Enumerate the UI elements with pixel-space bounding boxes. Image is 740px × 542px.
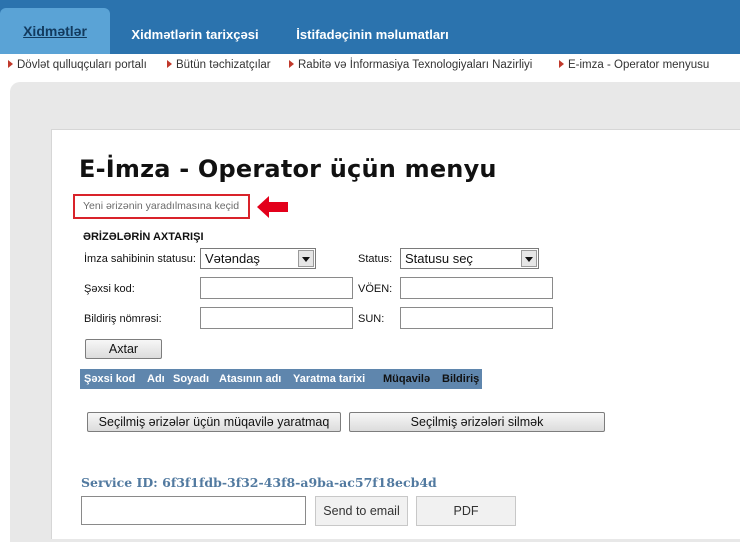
owner-status-value: Vətəndaş xyxy=(205,251,260,266)
notice-number-label: Bildiriş nömrəsi: xyxy=(84,313,162,325)
column-created-date[interactable]: Yaratma tarixi xyxy=(293,369,365,389)
sun-input[interactable] xyxy=(400,307,553,329)
top-navigation: Xidmətlər Xidmətlərin tarixçəsi İstifadə… xyxy=(0,0,740,54)
column-name[interactable]: Adı xyxy=(147,369,165,389)
owner-status-select[interactable]: Vətəndaş xyxy=(200,248,316,269)
search-button[interactable]: Axtar xyxy=(85,339,162,359)
triangle-right-icon xyxy=(559,60,564,68)
new-request-link[interactable]: Yeni ərizənin yaradılmasına keçid xyxy=(73,194,250,219)
send-to-email-button[interactable]: Send to email xyxy=(315,496,408,526)
column-fathers-name[interactable]: Atasının adı xyxy=(219,369,281,389)
chevron-down-icon xyxy=(521,250,537,267)
breadcrumb-item-ministry[interactable]: Rabitə və İnformasiya Texnologiyaları Na… xyxy=(289,59,532,71)
triangle-right-icon xyxy=(8,60,13,68)
results-table-header: Şəxsi kod Adı Soyadı Atasının adı Yaratm… xyxy=(80,369,482,389)
pdf-button[interactable]: PDF xyxy=(416,496,516,526)
page-title: E-İmza - Operator üçün menyu xyxy=(79,155,497,183)
personal-code-label: Şəxsi kod: xyxy=(84,283,135,295)
email-input[interactable] xyxy=(81,496,306,525)
column-personal-code[interactable]: Şəxsi kod xyxy=(84,369,135,389)
column-surname[interactable]: Soyadı xyxy=(173,369,209,389)
breadcrumb-item-operator-menu[interactable]: E-imza - Operator menyusu xyxy=(559,59,709,71)
voen-label: VÖEN: xyxy=(358,283,393,295)
breadcrumb-item-portal[interactable]: Dövlət qulluqçuları portalı xyxy=(8,59,147,71)
delete-selected-button[interactable]: Seçilmiş ərizələri silmək xyxy=(349,412,605,432)
tab-services[interactable]: Xidmətlər xyxy=(0,8,110,54)
tab-services-history[interactable]: Xidmətlərin tarixçəsi xyxy=(120,20,270,54)
triangle-right-icon xyxy=(289,60,294,68)
sun-label: SUN: xyxy=(358,313,385,325)
create-contract-button[interactable]: Seçilmiş ərizələr üçün müqavilə yaratmaq xyxy=(87,412,341,432)
column-contract[interactable]: Müqavilə xyxy=(383,369,430,389)
notice-number-input[interactable] xyxy=(200,307,353,329)
search-section-title: ƏRİZƏLƏRİN AXTARIŞI xyxy=(83,231,204,243)
arrow-left-icon xyxy=(257,196,288,218)
status-select[interactable]: Statusu seç xyxy=(400,248,539,269)
breadcrumb-item-suppliers[interactable]: Bütün təchizatçılar xyxy=(167,59,271,71)
status-value: Statusu seç xyxy=(405,251,473,266)
column-notice[interactable]: Bildiriş xyxy=(442,369,479,389)
service-id: Service ID: 6f3f1fdb-3f32-43f8-a9ba-ac57… xyxy=(81,475,437,490)
chevron-down-icon xyxy=(298,250,314,267)
tab-user-info[interactable]: İstifadəçinin məlumatları xyxy=(270,20,475,54)
status-label: Status: xyxy=(358,253,393,265)
owner-status-label: İmza sahibinin statusu: xyxy=(84,253,196,265)
voen-input[interactable] xyxy=(400,277,553,299)
breadcrumb: Dövlət qulluqçuları portalı Bütün təchiz… xyxy=(0,54,740,76)
triangle-right-icon xyxy=(167,60,172,68)
personal-code-input[interactable] xyxy=(200,277,353,299)
